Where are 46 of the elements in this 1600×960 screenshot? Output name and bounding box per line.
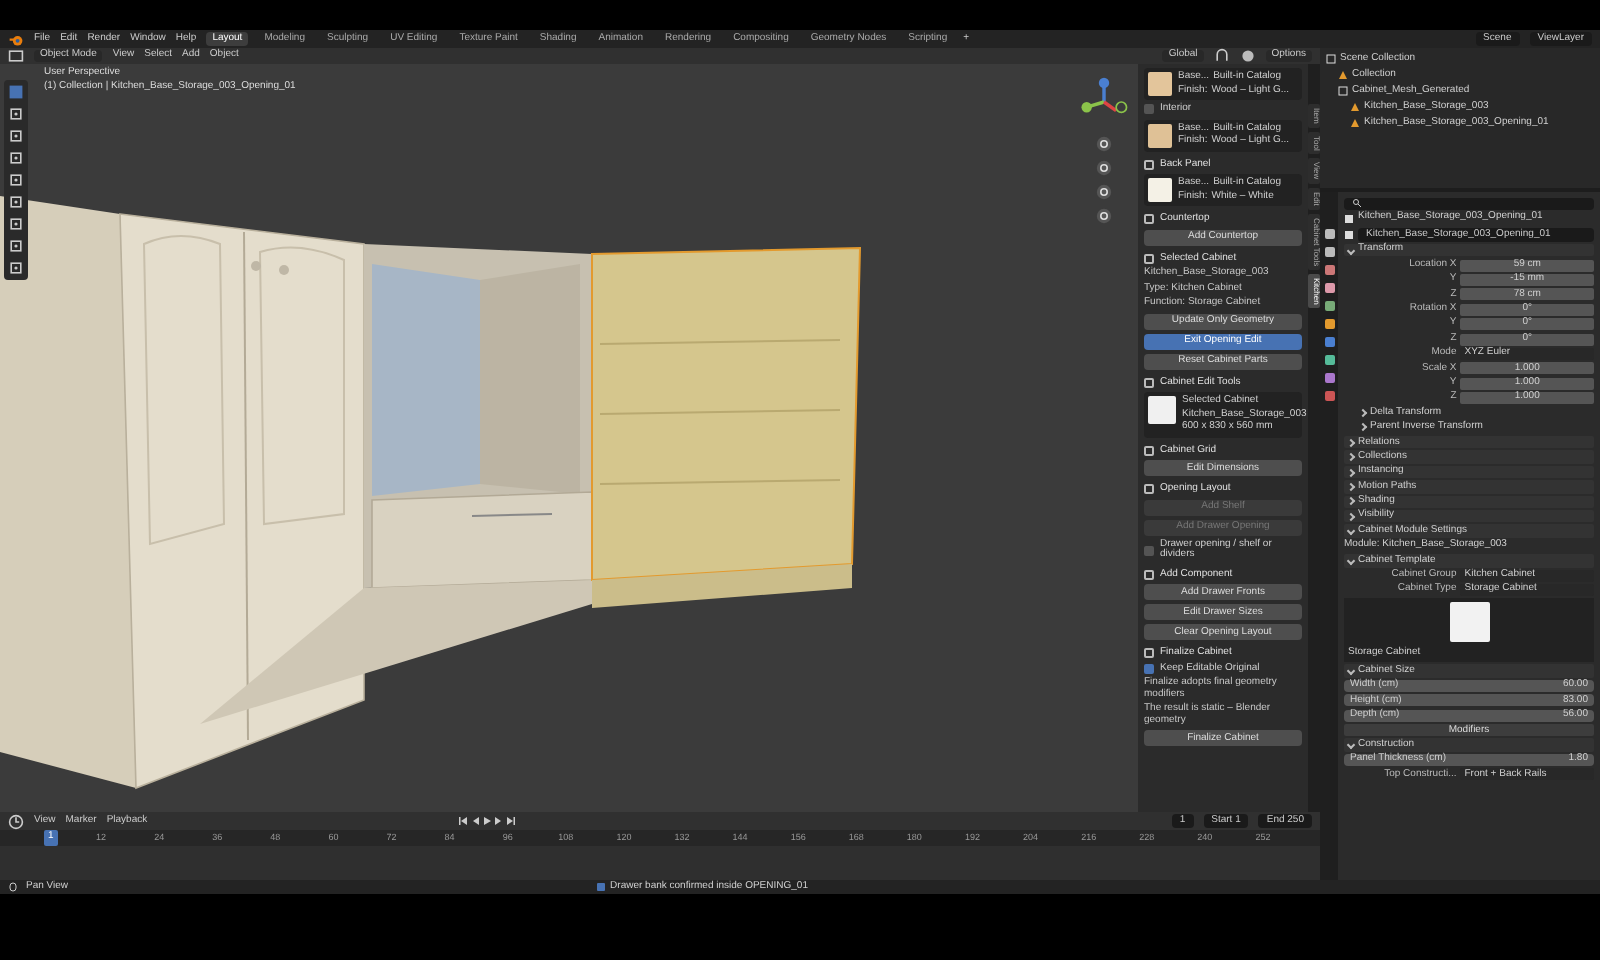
color-swatch[interactable] [1148, 123, 1172, 147]
color-swatch[interactable] [1148, 178, 1172, 202]
jump-start-icon[interactable] [457, 816, 468, 826]
step-forward-icon[interactable] [493, 816, 504, 826]
blender-logo-icon[interactable] [8, 31, 24, 47]
collection-icon [1338, 86, 1348, 96]
checkbox[interactable] [1144, 104, 1154, 115]
collection-icon [1326, 54, 1336, 64]
chevron-icon[interactable] [1358, 423, 1368, 432]
cabinet-thumbnail [1449, 602, 1489, 643]
color-swatch[interactable] [1148, 72, 1172, 96]
chevron-icon[interactable] [1346, 527, 1356, 536]
panel-icon [1144, 445, 1154, 456]
chevron-icon[interactable] [1346, 453, 1356, 462]
panel-icon [1144, 159, 1154, 170]
select-box-icon[interactable] [8, 84, 24, 100]
chevron-icon[interactable] [1346, 467, 1356, 477]
object-icon [1338, 70, 1348, 80]
editor-type-icon[interactable] [8, 48, 24, 64]
checkbox[interactable] [1144, 545, 1154, 555]
search-field[interactable] [1344, 197, 1594, 209]
panel-icon [1144, 569, 1154, 580]
info-icon [596, 882, 607, 892]
cabinet-thumbnail [1148, 396, 1176, 424]
chevron-icon[interactable] [1346, 497, 1356, 506]
panel-icon [1144, 214, 1154, 225]
step-back-icon[interactable] [469, 816, 480, 826]
panel-icon [1144, 377, 1154, 388]
jump-end-icon[interactable] [505, 816, 516, 826]
chevron-icon[interactable] [1346, 740, 1356, 750]
clock-icon[interactable] [8, 813, 24, 829]
chevron-icon[interactable] [1358, 408, 1368, 418]
search-icon[interactable] [1352, 198, 1362, 208]
chevron-icon[interactable] [1346, 438, 1356, 447]
play-icon[interactable] [481, 816, 492, 826]
snap-icon[interactable] [1213, 48, 1230, 64]
chevron-icon[interactable] [1346, 246, 1356, 255]
chevron-icon[interactable] [1346, 482, 1356, 492]
chevron-icon[interactable] [1346, 512, 1356, 521]
chevron-icon[interactable] [1346, 556, 1356, 565]
chevron-icon[interactable] [1346, 666, 1356, 676]
panel-icon [1144, 648, 1154, 659]
checkbox[interactable] [1144, 663, 1154, 674]
mouse-icon [8, 882, 18, 892]
panel-icon [1144, 484, 1154, 495]
panel-icon [1144, 253, 1154, 264]
